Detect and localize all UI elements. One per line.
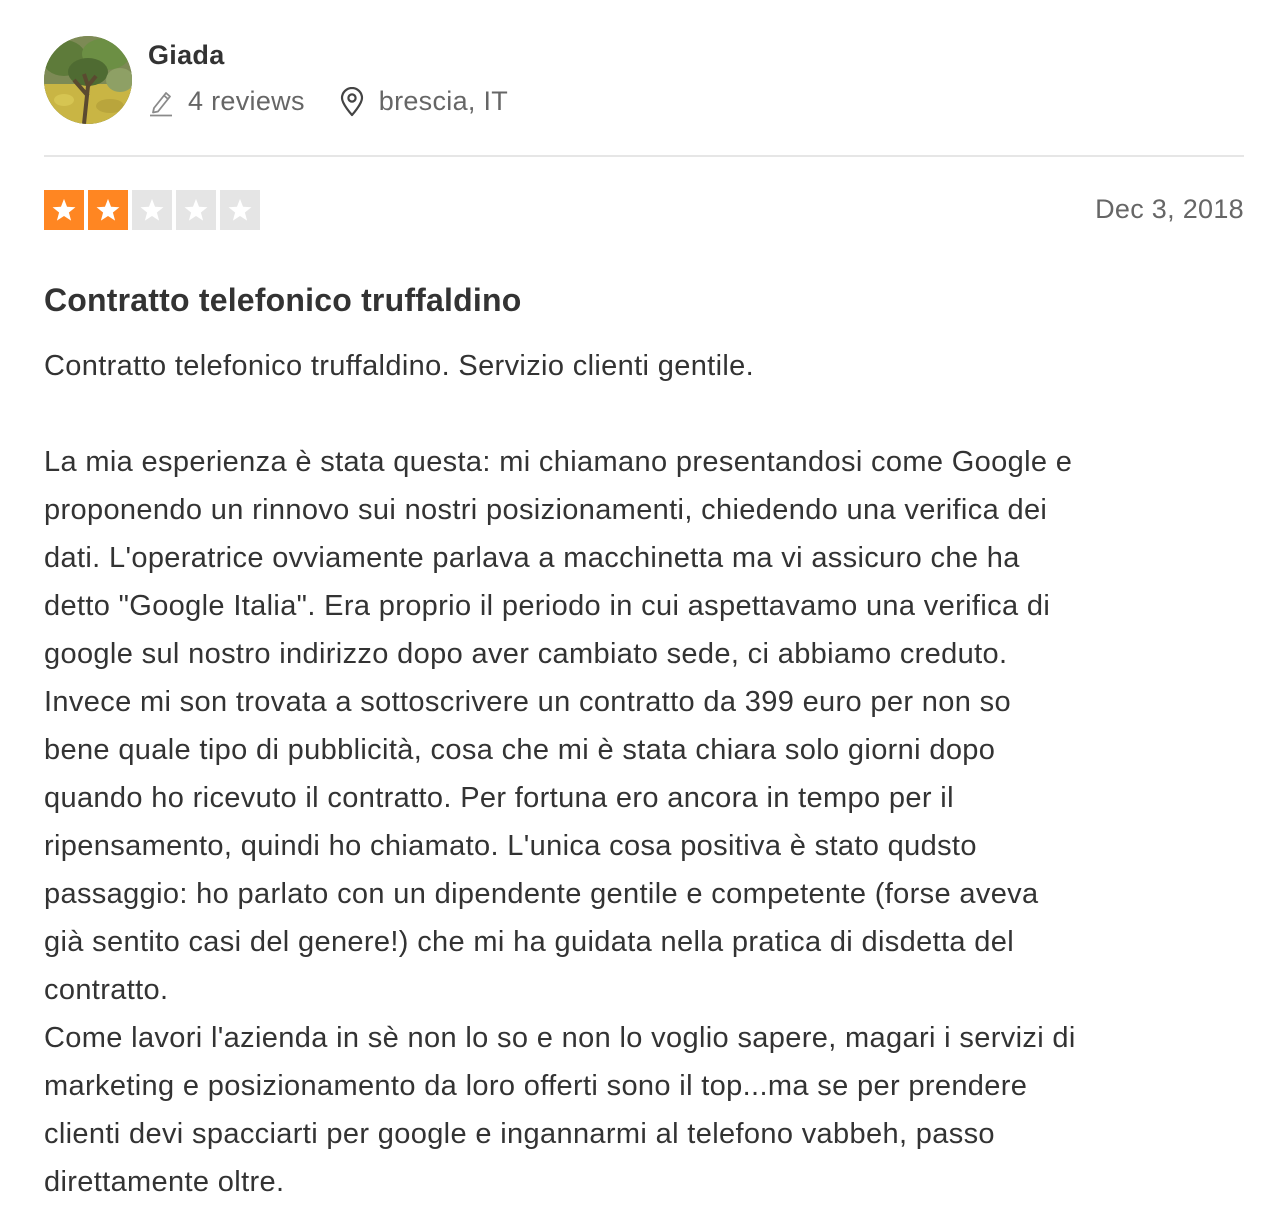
review-date: Dec 3, 2018 <box>1095 194 1244 224</box>
star-icon <box>52 198 76 221</box>
reviewer-avatar[interactable] <box>44 36 132 124</box>
review-body: Contratto telefonico truffaldino. Serviz… <box>44 342 1244 1206</box>
star-filled <box>88 190 128 230</box>
review-card: Giada 4 reviews brescia, IT Dec 3, 2018 … <box>44 0 1244 1198</box>
star-icon <box>96 198 120 221</box>
star-empty <box>132 190 172 230</box>
reviewer-info: Giada 4 reviews brescia, IT <box>44 0 1244 157</box>
reviewer-meta: 4 reviews brescia, IT <box>148 86 508 117</box>
star-rating <box>44 190 264 230</box>
reviews-count: 4 reviews <box>148 86 305 117</box>
star-filled <box>44 190 84 230</box>
star-empty <box>176 190 216 230</box>
star-empty <box>220 190 260 230</box>
reviewer-name[interactable]: Giada <box>148 40 225 71</box>
review-paragraph-2: La mia esperienza è stata questa: mi chi… <box>44 446 1076 1198</box>
review-paragraph-1: Contratto telefonico truffaldino. Serviz… <box>44 350 755 382</box>
star-icon <box>184 198 208 221</box>
location-label: brescia, IT <box>378 86 509 116</box>
reviews-count-label: 4 reviews <box>188 86 305 116</box>
star-icon <box>140 198 164 221</box>
review-title[interactable]: Contratto telefonico truffaldino <box>44 282 521 319</box>
pencil-icon <box>148 87 174 117</box>
star-icon <box>228 198 252 221</box>
rating-row: Dec 3, 2018 <box>44 157 1244 257</box>
location-pin-icon <box>339 86 365 117</box>
reviewer-location: brescia, IT <box>339 86 508 117</box>
